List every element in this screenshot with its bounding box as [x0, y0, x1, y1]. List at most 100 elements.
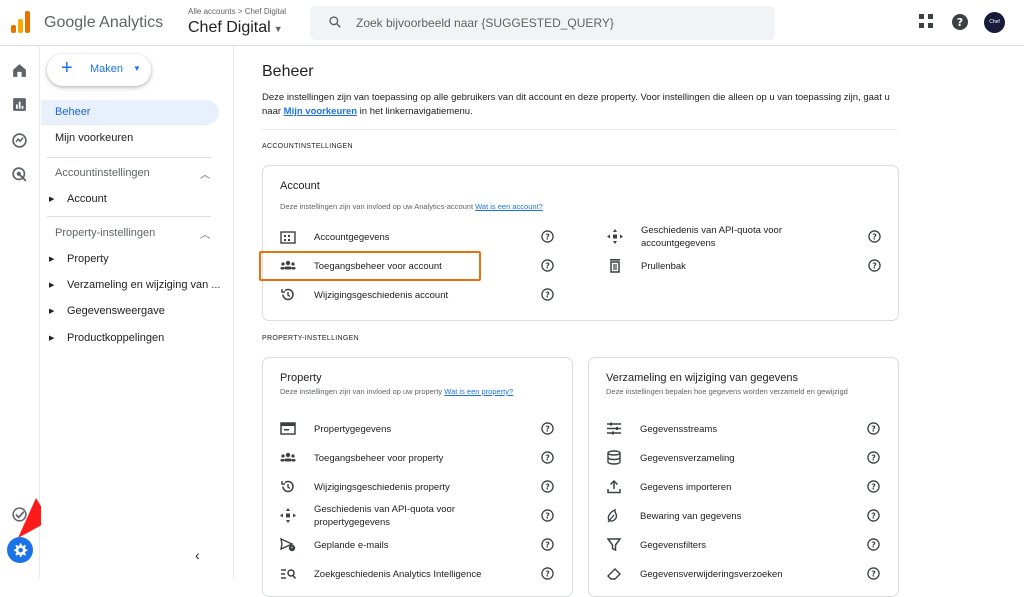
- sidebar-item-data-display[interactable]: Gegevensweergave: [67, 305, 165, 317]
- property-details-row[interactable]: Propertygegevens ?: [280, 418, 560, 440]
- help-icon[interactable]: ?: [541, 480, 554, 493]
- help-icon[interactable]: ?: [541, 422, 554, 435]
- data-deletion-requests-row[interactable]: Gegevensverwijderingsverzoeken ?: [606, 563, 886, 585]
- expand-arrow-icon[interactable]: ▶: [49, 195, 54, 203]
- help-icon[interactable]: ?: [541, 451, 554, 464]
- explore-icon[interactable]: [11, 132, 28, 149]
- sidebar-item-account[interactable]: Account: [67, 193, 107, 205]
- data-filters-row[interactable]: Gegevensfilters ?: [606, 534, 886, 556]
- help-icon[interactable]: ?: [541, 259, 554, 272]
- data-retention-row[interactable]: Bewaring van gegevens ?: [606, 505, 886, 527]
- search-history-row[interactable]: Zoekgeschiedenis Analytics Intelligence …: [280, 563, 560, 585]
- help-icon[interactable]: ?: [868, 230, 881, 243]
- account-api-quota-row[interactable]: Geschiedenis van API-quota voor accountg…: [607, 225, 887, 249]
- apps-grid-icon[interactable]: [918, 13, 934, 29]
- search-icon: [329, 16, 341, 28]
- row-label: Accountgegevens: [314, 232, 390, 243]
- brand-name: Google Analytics: [44, 14, 164, 31]
- row-label: Wijzigingsgeschiedenis property: [314, 482, 450, 493]
- section-heading-account: ACCOUNTINSTELLINGEN: [262, 143, 353, 150]
- data-streams-row[interactable]: Gegevensstreams ?: [606, 418, 886, 440]
- reports-icon[interactable]: [11, 96, 28, 113]
- upload-icon: [607, 479, 621, 494]
- row-label: Gegevensverwijderingsverzoeken: [640, 569, 783, 580]
- help-icon[interactable]: ?: [541, 509, 554, 522]
- account-card: Account Deze instellingen zijn van invlo…: [262, 165, 899, 321]
- sidebar-item-data-collection[interactable]: Verzameling en wijziging van ...: [67, 279, 220, 291]
- main-content: Beheer Deze instellingen zijn van toepas…: [235, 46, 1024, 597]
- help-icon[interactable]: ?: [867, 509, 880, 522]
- row-label: Gegevensfilters: [640, 540, 707, 551]
- help-icon[interactable]: ?: [951, 13, 969, 31]
- help-icon[interactable]: ?: [541, 567, 554, 580]
- admin-settings-button[interactable]: [7, 537, 33, 563]
- svg-text:?: ?: [871, 425, 876, 434]
- home-icon[interactable]: [11, 62, 28, 79]
- trash-row[interactable]: Prullenbak ?: [607, 255, 887, 277]
- avatar[interactable]: Chef Digital: [984, 12, 1005, 46]
- chevron-up-icon[interactable]: ︿: [200, 166, 210, 181]
- property-access-management-row[interactable]: Toegangsbeheer voor property ?: [280, 447, 560, 469]
- card-description: Deze instellingen zijn van invloed op uw…: [280, 385, 550, 399]
- account-selector[interactable]: Chef Digital ▼: [188, 19, 283, 37]
- help-icon[interactable]: ?: [867, 538, 880, 551]
- svg-text:?: ?: [872, 233, 877, 242]
- help-icon[interactable]: ?: [868, 259, 881, 272]
- divider: [262, 129, 897, 130]
- account-change-history-row[interactable]: Wijzigingsgeschiedenis account ?: [280, 284, 560, 306]
- dropdown-caret-icon: ▼: [133, 64, 141, 73]
- preferences-link[interactable]: Mijn voorkeuren: [284, 106, 357, 117]
- sidebar-item-property[interactable]: Property: [67, 253, 109, 265]
- svg-text:?: ?: [871, 541, 876, 550]
- sidebar-item-preferences[interactable]: Mijn voorkeuren: [55, 132, 133, 144]
- top-bar: Google Analytics Alle accounts > Chef Di…: [0, 0, 1024, 46]
- data-collection-row[interactable]: Gegevensverzameling ?: [606, 447, 886, 469]
- svg-text:?: ?: [545, 483, 550, 492]
- expand-arrow-icon[interactable]: ▶: [49, 281, 54, 289]
- property-api-quota-row[interactable]: Geschiedenis van API-quota voor property…: [280, 504, 560, 528]
- help-icon[interactable]: ?: [541, 288, 554, 301]
- expand-arrow-icon[interactable]: ▶: [49, 334, 54, 342]
- intro-suffix: in het linkernavigatiemenu.: [357, 106, 473, 117]
- scheduled-emails-row[interactable]: Geplande e-mails ?: [280, 534, 560, 556]
- building-icon: [280, 231, 296, 244]
- help-icon[interactable]: ?: [541, 230, 554, 243]
- help-icon[interactable]: ?: [867, 480, 880, 493]
- create-button[interactable]: + Maken ▼: [47, 54, 151, 86]
- analytics-logo[interactable]: [11, 11, 31, 33]
- highlight-box: [259, 251, 481, 281]
- property-change-history-row[interactable]: Wijzigingsgeschiedenis property ?: [280, 476, 560, 498]
- breadcrumb[interactable]: Alle accounts > Chef Digital: [188, 7, 286, 16]
- sidebar-item-beheer[interactable]: Beheer: [41, 100, 219, 125]
- card-title: Account: [280, 180, 320, 192]
- row-label: Geschiedenis van API-quota voor accountg…: [641, 225, 783, 249]
- sidebar-item-product-links[interactable]: Productkoppelingen: [67, 332, 164, 344]
- property-details-icon: [280, 422, 296, 435]
- help-icon[interactable]: ?: [541, 538, 554, 551]
- data-import-row[interactable]: Gegevens importeren ?: [606, 476, 886, 498]
- divider: [47, 157, 211, 158]
- card-description-text: Deze instellingen zijn van invloed op uw…: [280, 202, 476, 211]
- account-details-row[interactable]: Accountgegevens ?: [280, 226, 560, 248]
- expand-arrow-icon[interactable]: ▶: [49, 255, 54, 263]
- chevron-up-icon[interactable]: ︿: [200, 226, 210, 241]
- account-settings-group[interactable]: Accountinstellingen: [55, 167, 150, 179]
- help-icon[interactable]: ?: [867, 451, 880, 464]
- collapse-sidebar-icon[interactable]: ‹: [195, 547, 200, 563]
- what-is-property-link[interactable]: Wat is een property?: [444, 387, 513, 396]
- what-is-account-link[interactable]: Wat is een account?: [475, 202, 543, 211]
- card-description: Deze instellingen zijn van invloed op uw…: [280, 200, 543, 214]
- card-title: Verzameling en wijziging van gegevens: [606, 372, 799, 384]
- help-icon[interactable]: ?: [867, 422, 880, 435]
- advertising-icon[interactable]: [11, 166, 28, 183]
- search-bar[interactable]: Zoek bijvoorbeeld naar {SUGGESTED_QUERY}: [310, 6, 775, 40]
- caret-down-icon: ▼: [273, 24, 283, 34]
- trash-icon: [610, 259, 620, 273]
- sidebar-item-label: Beheer: [55, 106, 91, 118]
- scheduled-email-icon: [280, 537, 296, 552]
- plus-icon: +: [61, 57, 73, 79]
- help-icon[interactable]: ?: [867, 567, 880, 580]
- gear-icon: [14, 543, 28, 557]
- expand-arrow-icon[interactable]: ▶: [49, 307, 54, 315]
- property-settings-group[interactable]: Property-instellingen: [55, 227, 155, 239]
